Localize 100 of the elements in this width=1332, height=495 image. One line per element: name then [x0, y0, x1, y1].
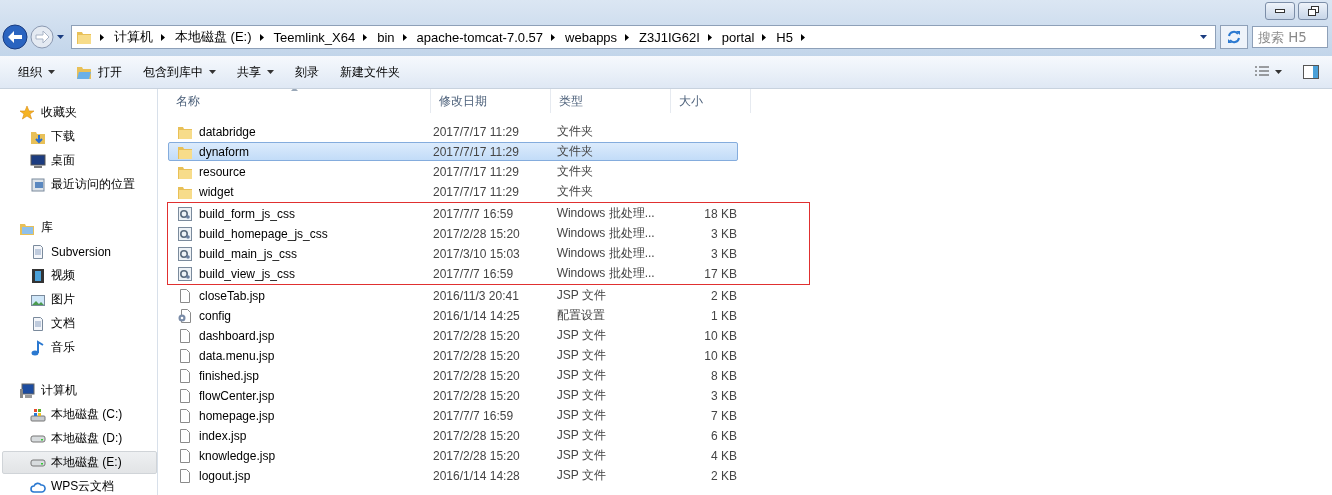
drive-icon — [30, 434, 46, 443]
breadcrumb[interactable]: webapps — [565, 29, 618, 45]
file-row[interactable]: knowledge.jsp 2017/2/28 15:20 JSP 文件 4 KB — [168, 446, 738, 465]
file-type: 配置设置 — [556, 308, 605, 322]
breadcrumb[interactable]: Z3J1IG62I — [639, 29, 700, 45]
history-dropdown[interactable] — [54, 35, 67, 39]
toolbar-button[interactable]: 共享 — [229, 59, 287, 85]
file-type: JSP 文件 — [556, 468, 606, 482]
sidebar-group[interactable]: 计算机 — [0, 379, 157, 402]
breadcrumb[interactable]: bin — [377, 29, 395, 45]
column-header[interactable]: 大小 — [671, 89, 751, 113]
modified-date: 2016/11/3 20:41 — [433, 288, 519, 303]
sidebar-item[interactable]: Subversion — [2, 240, 157, 263]
sidebar-item[interactable]: 视频 — [2, 264, 157, 287]
sidebar-item[interactable]: 最近访问的位置 — [2, 173, 157, 196]
file-name: knowledge.jsp — [199, 448, 276, 463]
file-name: build_view_js_css — [199, 266, 296, 281]
file-type: Windows 批处理... — [556, 226, 655, 240]
breadcrumb[interactable]: apache-tomcat-7.0.57 — [416, 29, 544, 45]
breadcrumb[interactable]: 计算机 — [114, 28, 153, 46]
file-size: 2 KB — [711, 468, 737, 483]
chevron-icon — [100, 33, 104, 41]
sidebar-item[interactable]: 本地磁盘 (E:) — [2, 451, 157, 474]
file-row[interactable]: widget 2017/7/17 11:29 文件夹 — [168, 182, 738, 201]
column-header[interactable]: 修改日期 — [431, 89, 551, 113]
file-type: Windows 批处理... — [556, 246, 655, 260]
back-button[interactable] — [2, 24, 28, 50]
modified-date: 2017/2/28 15:20 — [433, 328, 520, 343]
file-type: 文件夹 — [556, 144, 593, 158]
file-name: build_form_js_css — [199, 206, 296, 221]
sidebar-item[interactable]: 图片 — [2, 288, 157, 311]
film-icon — [30, 267, 46, 284]
file-row[interactable]: dashboard.jsp 2017/2/28 15:20 JSP 文件 10 KB — [168, 326, 738, 345]
file-size: 4 KB — [711, 448, 737, 463]
file-row[interactable]: dynaform 2017/7/17 11:29 文件夹 — [168, 142, 738, 161]
document-icon — [30, 315, 46, 332]
file-size: 3 KB — [711, 388, 737, 403]
file-row[interactable]: build_homepage_js_css 2017/2/28 15:20 Windows 批处理... 3 KB — [168, 224, 738, 243]
modified-date: 2017/2/28 15:20 — [433, 226, 520, 241]
file-row[interactable]: logout.jsp 2016/1/14 14:28 JSP 文件 2 KB — [168, 466, 738, 485]
file-row[interactable]: build_view_js_css 2017/7/7 16:59 Windows 批处理... 17 KB — [168, 264, 738, 283]
chevron-icon — [762, 33, 767, 41]
file-row[interactable]: config 2016/1/14 14:25 配置设置 1 KB — [168, 306, 738, 325]
modified-date: 2017/7/17 11:29 — [433, 124, 519, 139]
file-icon — [177, 387, 193, 404]
toolbar-button[interactable]: 组织 — [10, 59, 68, 85]
toolbar-button[interactable]: 包含到库中 — [135, 59, 229, 85]
caret-icon — [267, 70, 274, 74]
file-name: widget — [199, 184, 234, 199]
file-row[interactable]: flowCenter.jsp 2017/2/28 15:20 JSP 文件 3 KB — [168, 386, 738, 405]
file-row[interactable]: build_main_js_css 2017/3/10 15:03 Windows 批处理... 3 KB — [168, 244, 738, 263]
file-row[interactable]: data.menu.jsp 2017/2/28 15:20 JSP 文件 10 KB — [168, 346, 738, 365]
sidebar-item[interactable]: 文档 — [2, 312, 157, 335]
file-icon — [177, 427, 193, 444]
restore-button[interactable] — [1298, 2, 1328, 20]
sidebar-item[interactable]: 本地磁盘 (C:) — [2, 403, 157, 426]
file-row[interactable]: homepage.jsp 2017/7/7 16:59 JSP 文件 7 KB — [168, 406, 738, 425]
sidebar-item[interactable]: 本地磁盘 (D:) — [2, 427, 157, 450]
file-row[interactable]: build_form_js_css 2017/7/7 16:59 Windows 批处理... 18 KB — [168, 204, 738, 223]
file-size: 17 KB — [704, 266, 737, 281]
modified-date: 2016/1/14 14:25 — [433, 308, 520, 323]
file-row[interactable]: index.jsp 2017/2/28 15:20 JSP 文件 6 KB — [168, 426, 738, 445]
file-type: JSP 文件 — [556, 448, 606, 462]
toolbar-button[interactable]: 新建文件夹 — [332, 59, 413, 85]
sidebar-group[interactable]: 库 — [0, 216, 157, 239]
toolbar-button[interactable]: 打开 — [68, 59, 135, 85]
refresh-button[interactable] — [1220, 25, 1248, 49]
file-row[interactable]: finished.jsp 2017/2/28 15:20 JSP 文件 8 KB — [168, 366, 738, 385]
details-view-icon — [1255, 66, 1269, 78]
breadcrumb[interactable]: portal — [721, 29, 755, 45]
address-bar[interactable]: 计算机 本地磁盘 (E:) Teemlink_X64 bin apache-tomcat-7.0.57 webapps Z3J1IG62I portal H5 — [71, 25, 1216, 49]
file-type: Windows 批处理... — [556, 206, 655, 220]
sidebar-item[interactable]: 音乐 — [2, 336, 157, 359]
file-size: 10 KB — [704, 348, 737, 363]
sidebar-item[interactable]: WPS云文档 — [2, 475, 157, 495]
caret-icon — [48, 70, 55, 74]
file-name: build_homepage_js_css — [199, 226, 328, 241]
file-icon — [177, 407, 193, 424]
modified-date: 2017/2/28 15:20 — [433, 348, 520, 363]
file-size: 6 KB — [711, 428, 737, 443]
file-size: 1 KB — [711, 308, 737, 323]
caret-icon — [1275, 70, 1282, 74]
sidebar-item[interactable]: 桌面 — [2, 149, 157, 172]
breadcrumb[interactable]: Teemlink_X64 — [273, 29, 356, 45]
file-size: 18 KB — [704, 206, 737, 221]
star-icon — [19, 104, 35, 121]
toolbar-button[interactable]: 刻录 — [287, 59, 332, 85]
sidebar-group[interactable]: 收藏夹 — [0, 101, 157, 124]
breadcrumb[interactable]: 本地磁盘 (E:) — [175, 28, 252, 46]
breadcrumb[interactable]: H5 — [776, 29, 793, 45]
file-row[interactable]: closeTab.jsp 2016/11/3 20:41 JSP 文件 2 KB — [168, 286, 738, 305]
file-size: 8 KB — [711, 368, 737, 383]
file-row[interactable]: resource 2017/7/17 11:29 文件夹 — [168, 162, 738, 181]
monitor-icon — [30, 152, 46, 169]
minimize-button[interactable] — [1265, 2, 1295, 20]
search-field[interactable]: 搜索 H5 — [1252, 26, 1328, 48]
modified-date: 2017/7/17 11:29 — [433, 144, 519, 159]
file-row[interactable]: databridge 2017/7/17 11:29 文件夹 — [168, 122, 738, 141]
column-header[interactable]: 类型 — [551, 89, 671, 113]
sidebar-item[interactable]: 下载 — [2, 125, 157, 148]
